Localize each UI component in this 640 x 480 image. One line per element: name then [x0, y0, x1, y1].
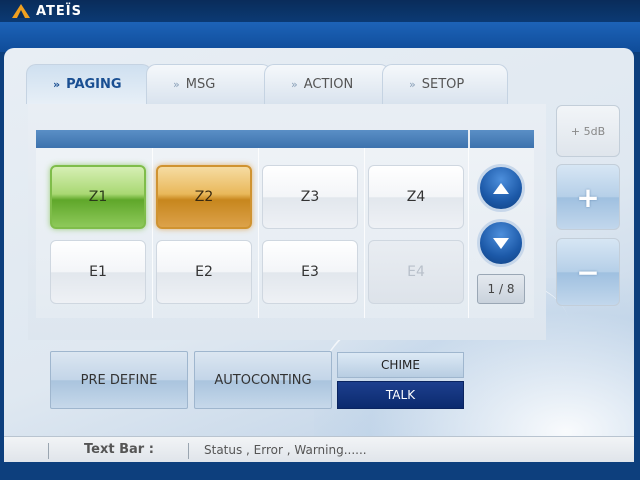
tab-label: MSG	[185, 77, 216, 92]
zone-header-bar	[36, 130, 468, 148]
status-divider	[188, 443, 189, 459]
tab-paging[interactable]: » PAGING	[26, 64, 152, 104]
double-chevron-icon: »	[53, 78, 61, 91]
tab-setop[interactable]: » SETOP	[382, 64, 508, 104]
zone-button-e2[interactable]: E2	[156, 240, 252, 304]
status-bar: Text Bar : Status , Error , Warning.....…	[4, 436, 634, 463]
brand-logo: ATEÏS	[12, 2, 82, 20]
volume-down-button[interactable]: −	[556, 238, 620, 306]
volume-level-display: + 5dB	[556, 105, 620, 157]
title-bar: ATEÏS	[0, 0, 640, 22]
zone-button-z1[interactable]: Z1	[50, 165, 146, 229]
talk-button[interactable]: TALK	[337, 381, 464, 409]
zone-button-e4: E4	[368, 240, 464, 304]
zone-button-z3[interactable]: Z3	[262, 165, 358, 229]
tab-label: ACTION	[303, 77, 354, 92]
pre-define-button[interactable]: PRE DEFINE	[50, 351, 188, 409]
chime-button[interactable]: CHIME	[337, 352, 464, 378]
page-up-button[interactable]	[477, 164, 525, 212]
arrow-down-icon	[493, 237, 509, 249]
autoconting-button[interactable]: AUTOCONTING	[194, 351, 332, 409]
zone-button-z2[interactable]: Z2	[156, 165, 252, 229]
double-chevron-icon: »	[409, 78, 416, 91]
volume-level-label: + 5dB	[570, 124, 606, 138]
tab-label: SETOP	[421, 77, 465, 92]
brand-name: ATEÏS	[36, 3, 82, 19]
page-indicator: 1 / 8	[477, 274, 525, 304]
double-chevron-icon: »	[291, 78, 298, 91]
tab-label: PAGING	[66, 77, 122, 92]
volume-up-button[interactable]: +	[556, 164, 620, 230]
double-chevron-icon: »	[173, 78, 180, 91]
zone-button-e3[interactable]: E3	[262, 240, 358, 304]
zone-button-z4[interactable]: Z4	[368, 165, 464, 229]
zone-button-e1[interactable]: E1	[50, 240, 146, 304]
status-bar-label: Text Bar :	[84, 442, 154, 457]
status-message: Status , Error , Warning......	[204, 443, 367, 457]
tab-msg[interactable]: » MSG	[146, 64, 272, 104]
pager-header-bar	[470, 130, 534, 148]
plus-icon: +	[576, 180, 600, 214]
page-down-button[interactable]	[477, 219, 525, 267]
tab-action[interactable]: » ACTION	[264, 64, 390, 104]
status-divider	[48, 443, 49, 459]
ateis-logo-icon	[12, 4, 30, 18]
arrow-up-icon	[493, 182, 509, 194]
minus-icon: −	[576, 255, 600, 289]
